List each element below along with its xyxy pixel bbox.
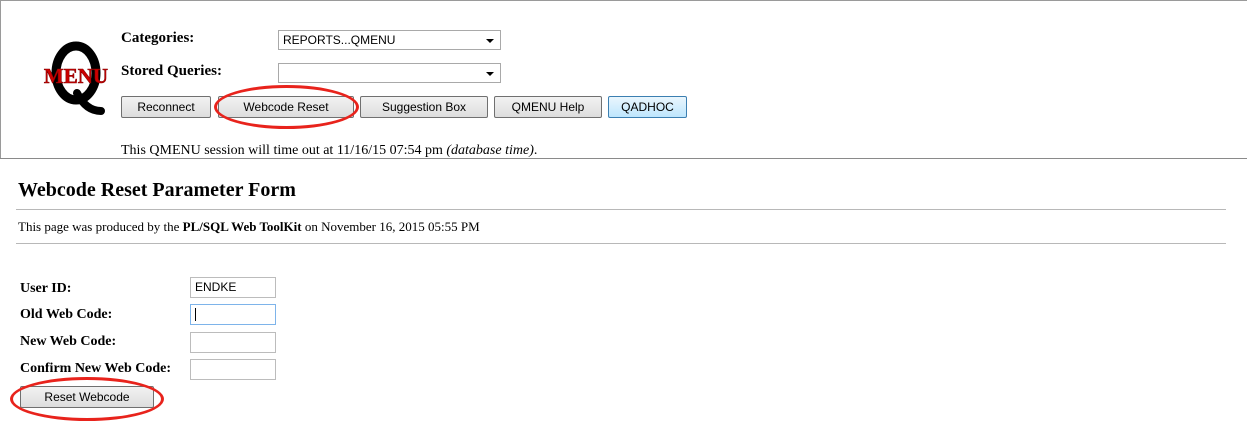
text-cursor (195, 308, 196, 322)
divider (16, 243, 1226, 244)
produced-suffix: on November 16, 2015 05:55 PM (301, 219, 480, 234)
user-id-label: User ID: (20, 281, 72, 296)
new-web-code-label: New Web Code: (20, 334, 117, 349)
user-id-field[interactable]: ENDKE (190, 277, 276, 298)
reset-webcode-button[interactable]: Reset Webcode (20, 386, 154, 408)
qmenu-logo: MENU (44, 41, 108, 115)
session-timeout-notice: This QMENU session will time out at 11/1… (121, 143, 537, 159)
user-id-value: ENDKE (195, 280, 237, 294)
old-web-code-label: Old Web Code: (20, 307, 113, 322)
stored-queries-select[interactable] (278, 63, 501, 83)
qadhoc-button[interactable]: QADHOC (608, 96, 687, 118)
chevron-down-icon (486, 39, 494, 43)
confirm-web-code-field[interactable] (190, 359, 276, 380)
divider (16, 209, 1226, 210)
webcode-reset-button[interactable]: Webcode Reset (218, 96, 354, 118)
produced-prefix: This page was produced by the (18, 219, 183, 234)
produced-tool: PL/SQL Web ToolKit (182, 219, 302, 234)
old-web-code-field[interactable] (190, 304, 276, 325)
reconnect-button[interactable]: Reconnect (121, 96, 211, 118)
page-title: Webcode Reset Parameter Form (18, 179, 296, 201)
timeout-end: . (533, 143, 538, 158)
qmenu-header-frame: MENU Categories: REPORTS...QMENU Stored … (0, 0, 1247, 158)
new-web-code-field[interactable] (190, 332, 276, 353)
chevron-down-icon (486, 72, 494, 76)
timeout-text: This QMENU session will time out at 11/1… (121, 143, 447, 158)
suggestion-box-button[interactable]: Suggestion Box (360, 96, 488, 118)
categories-selected-value: REPORTS...QMENU (283, 33, 396, 47)
categories-label: Categories: (121, 30, 195, 46)
produced-by-line: This page was produced by the PL/SQL Web… (18, 219, 480, 235)
frame-divider[interactable] (0, 158, 1247, 159)
logo-word: MENU (44, 64, 108, 88)
categories-select[interactable]: REPORTS...QMENU (278, 30, 501, 50)
confirm-web-code-label: Confirm New Web Code: (20, 361, 172, 376)
qmenu-help-button[interactable]: QMENU Help (494, 96, 602, 118)
timeout-note: (database time) (446, 143, 534, 158)
stored-queries-label: Stored Queries: (121, 63, 222, 79)
